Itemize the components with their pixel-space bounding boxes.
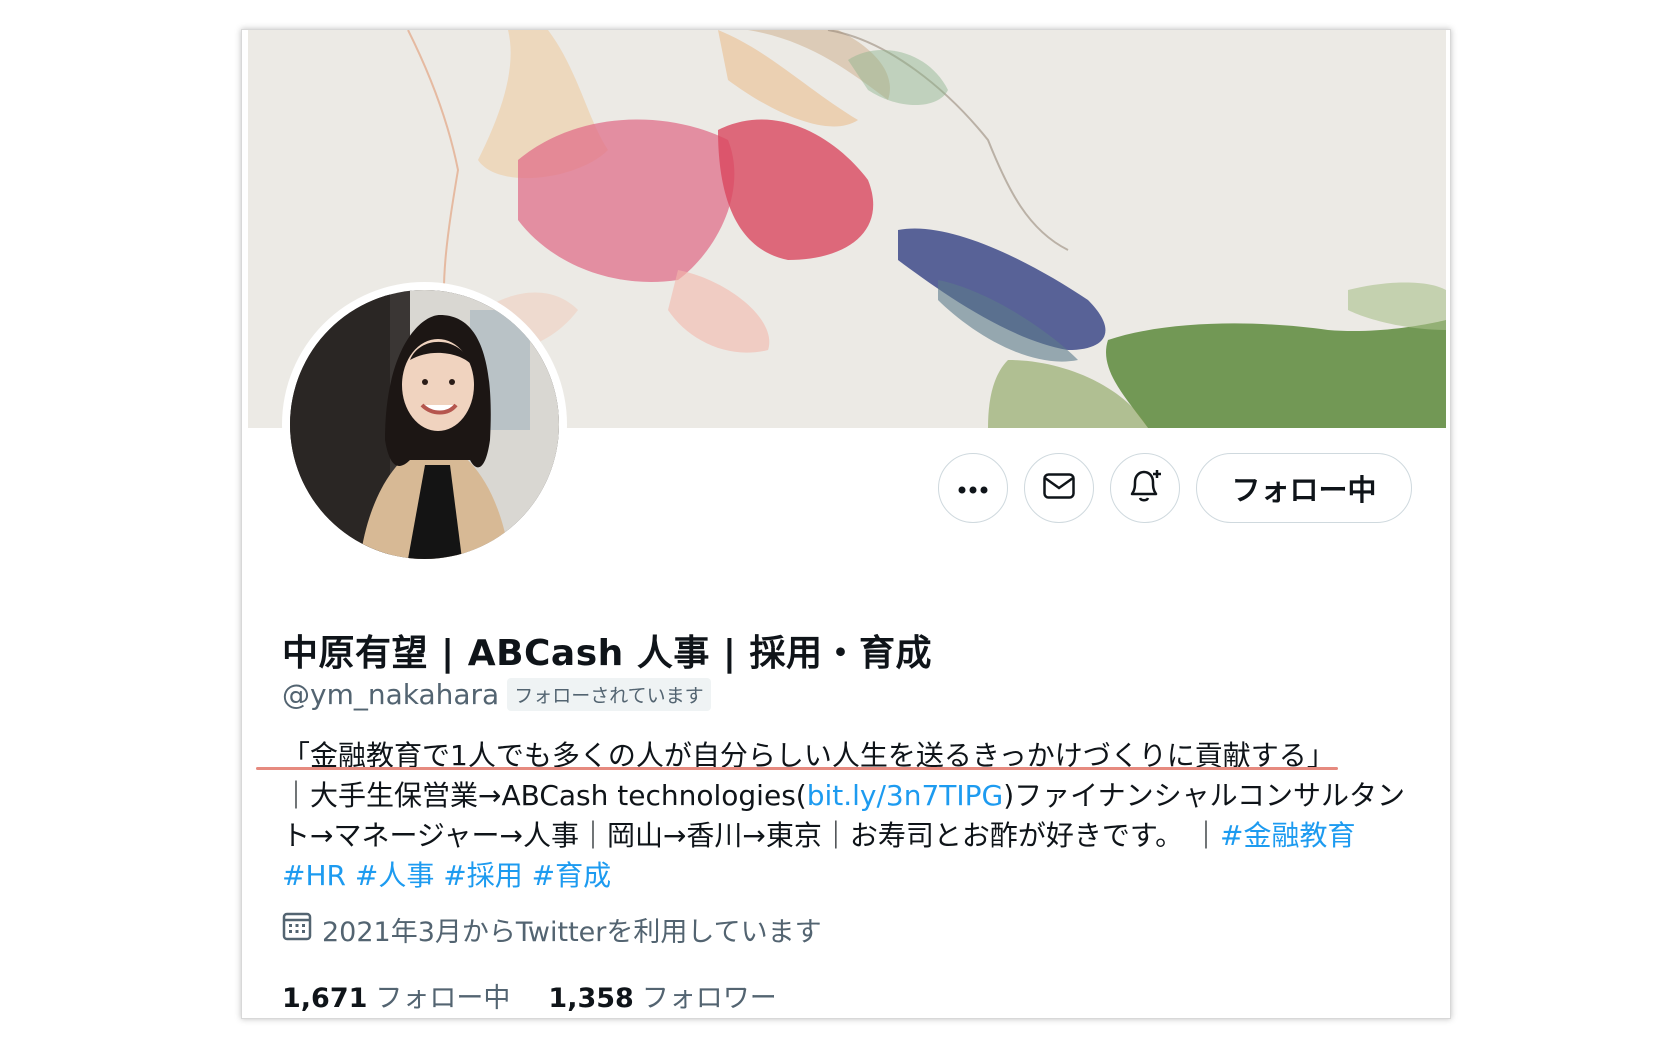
user-handle: @ym_nakahara	[282, 678, 500, 711]
hashtag-link[interactable]: #HR	[282, 859, 346, 892]
follows-you-badge: フォローされています	[507, 678, 711, 711]
following-label: フォロー中	[375, 983, 511, 1014]
handle-row: @ym_nakahara フォローされています	[282, 678, 711, 711]
message-button[interactable]	[1024, 453, 1094, 523]
profile-actions: フォロー中	[938, 453, 1412, 523]
followers-count: 1,358	[548, 983, 634, 1014]
envelope-icon	[1043, 473, 1075, 503]
joined-date: 2021年3月からTwitterを利用しています	[282, 910, 822, 949]
notifications-button[interactable]	[1110, 453, 1180, 523]
highlight-underline	[256, 767, 1338, 770]
calendar-icon	[282, 911, 312, 948]
bell-plus-icon	[1126, 468, 1164, 508]
bio-mission-line: 「金融教育で1人でも多くの人が自分らしい人生を送るきっかけづくりに貢献する」	[282, 739, 1335, 772]
joined-text: 2021年3月からTwitterを利用しています	[322, 917, 822, 948]
avatar-photo	[290, 290, 559, 559]
hashtag-link[interactable]: #採用	[443, 859, 522, 892]
followers-label: フォロワー	[641, 983, 777, 1014]
hashtag-link[interactable]: #金融教育	[1220, 819, 1355, 852]
hashtag-link[interactable]: #育成	[532, 859, 611, 892]
following-stat[interactable]: 1,671 フォロー中	[282, 976, 510, 1015]
followers-stat[interactable]: 1,358 フォロワー	[548, 976, 776, 1015]
bio-link[interactable]: bit.ly/3n7TIPG	[807, 779, 1004, 812]
bio-text-a: ｜大手生保営業→ABCash technologies(	[282, 779, 807, 812]
display-name: 中原有望 | ABCash 人事 | 採用・育成	[282, 633, 933, 674]
following-button[interactable]: フォロー中	[1196, 453, 1412, 523]
profile-bio: 「金融教育で1人でも多くの人が自分らしい人生を送るきっかけづくりに貢献する」 ｜…	[282, 736, 1412, 896]
more-horizontal-icon	[958, 479, 988, 498]
follow-stats: 1,671 フォロー中 1,358 フォロワー	[282, 976, 777, 1015]
following-count: 1,671	[282, 983, 368, 1014]
profile-avatar[interactable]	[282, 282, 567, 567]
hashtag-link[interactable]: #人事	[355, 859, 434, 892]
more-options-button[interactable]	[938, 453, 1008, 523]
profile-card: フォロー中 中原有望 | ABCash 人事 | 採用・育成 @ym_nakah…	[241, 29, 1451, 1019]
